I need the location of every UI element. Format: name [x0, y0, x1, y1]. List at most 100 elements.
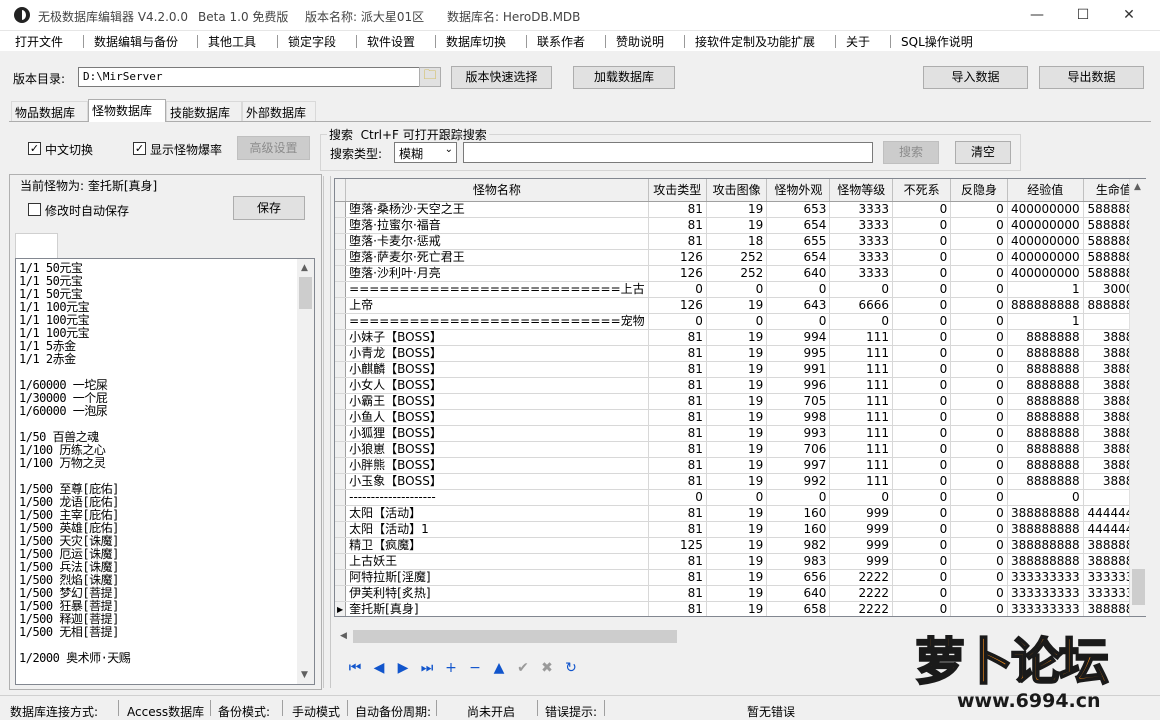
monster-grid[interactable]: 怪物名称 攻击类型 攻击图像 怪物外观 怪物等级 不死系 反隐身 经验值 生命值 堕落·桑杨沙·… [334, 178, 1146, 617]
table-row[interactable]: 阿特拉斯[淫魔] 81 19 656 2222 0 0 333333333 3333333 [335, 569, 1145, 586]
table-cell[interactable]: 0 [706, 281, 768, 298]
table-cell[interactable]: 19 [706, 329, 768, 346]
table-cell[interactable]: 111 [829, 473, 894, 490]
table-cell[interactable]: 0 [950, 537, 1008, 554]
table-cell[interactable]: 精卫【疯魔】 [345, 537, 649, 554]
table-cell[interactable]: 伊芙利特[炙热] [345, 585, 649, 602]
delete-record-icon[interactable]: − [466, 659, 484, 677]
table-cell[interactable]: 小狐狸【BOSS】 [345, 425, 649, 442]
table-cell[interactable]: 998 [766, 409, 831, 426]
table-cell[interactable]: 0 [950, 601, 1008, 616]
table-cell[interactable]: 8888888 [1007, 441, 1084, 458]
row-indicator[interactable] [335, 265, 347, 282]
export-button[interactable]: 导出数据 [1039, 66, 1144, 89]
table-cell[interactable]: 19 [706, 601, 768, 616]
table-cell[interactable]: 2222 [829, 601, 894, 616]
table-cell[interactable]: 19 [706, 457, 768, 474]
table-cell[interactable]: 0 [892, 409, 952, 426]
table-cell[interactable]: 0 [892, 537, 952, 554]
table-cell[interactable]: 81 [648, 457, 707, 474]
row-indicator[interactable] [335, 409, 347, 426]
table-cell[interactable]: 996 [766, 377, 831, 394]
table-cell[interactable]: 81 [648, 521, 707, 538]
table-cell[interactable]: 19 [706, 441, 768, 458]
table-cell[interactable]: 658 [766, 601, 831, 616]
table-cell[interactable]: 81 [648, 217, 707, 234]
table-cell[interactable]: 0 [892, 217, 952, 234]
load-db-button[interactable]: 加载数据库 [573, 66, 675, 89]
table-cell[interactable]: 19 [706, 217, 768, 234]
table-row[interactable]: 太阳【活动】 81 19 160 999 0 0 388888888 4444444 [335, 505, 1145, 522]
table-cell[interactable]: 160 [766, 521, 831, 538]
row-indicator[interactable] [335, 329, 347, 346]
table-cell[interactable]: 0 [892, 473, 952, 490]
grid-hscroll-thumb[interactable] [353, 630, 677, 643]
table-row[interactable]: 小霸王【BOSS】 81 19 705 111 0 0 8888888 38888 [335, 393, 1145, 410]
table-cell[interactable]: 0 [950, 393, 1008, 410]
table-cell[interactable]: 太阳【活动】 [345, 505, 649, 522]
table-cell[interactable]: 0 [648, 281, 707, 298]
table-cell[interactable]: 643 [766, 297, 831, 314]
table-cell[interactable]: 81 [648, 425, 707, 442]
table-cell[interactable]: 0 [950, 409, 1008, 426]
table-row[interactable]: 小玉象【BOSS】 81 19 992 111 0 0 8888888 38888 [335, 473, 1145, 490]
scroll-down-icon[interactable]: ▼ [301, 670, 308, 680]
table-cell[interactable]: 999 [829, 521, 894, 538]
table-cell[interactable]: 0 [892, 585, 952, 602]
table-cell[interactable]: 81 [648, 345, 707, 362]
table-cell[interactable]: 705 [766, 393, 831, 410]
menu-item-5[interactable]: 数据库切换 [446, 33, 506, 50]
table-cell[interactable]: 3333 [829, 233, 894, 250]
grid-vscrollbar[interactable]: ▲ [1129, 179, 1146, 616]
scroll-thumb[interactable] [299, 277, 312, 309]
tab-0[interactable]: 物品数据库 [11, 101, 88, 121]
table-cell[interactable]: 997 [766, 457, 831, 474]
table-cell[interactable]: 19 [706, 537, 768, 554]
maximize-button[interactable]: ☐ [1060, 0, 1106, 31]
table-cell[interactable]: 0 [892, 249, 952, 266]
table-cell[interactable]: 81 [648, 329, 707, 346]
column-header-3[interactable]: 怪物外观 [766, 179, 831, 202]
table-cell[interactable]: 0 [892, 201, 952, 218]
table-cell[interactable]: 388888888 [1007, 505, 1084, 522]
table-cell[interactable]: 堕落·沙利叶·月亮 [345, 265, 649, 282]
table-cell[interactable]: 992 [766, 473, 831, 490]
table-cell[interactable]: 995 [766, 345, 831, 362]
row-indicator[interactable] [335, 201, 347, 218]
table-cell[interactable]: 999 [829, 505, 894, 522]
table-cell[interactable]: 640 [766, 265, 831, 282]
table-cell[interactable]: 0 [892, 265, 952, 282]
table-cell[interactable]: 小玉象【BOSS】 [345, 473, 649, 490]
search-type-select[interactable]: 模糊 ⌄ [394, 142, 457, 163]
table-row[interactable]: 小胖熊【BOSS】 81 19 997 111 0 0 8888888 38888 [335, 457, 1145, 474]
table-cell[interactable]: 81 [648, 601, 707, 616]
table-cell[interactable]: 0 [950, 329, 1008, 346]
table-cell[interactable]: ===========================上古 [345, 281, 649, 298]
column-header-0[interactable]: 怪物名称 [345, 179, 649, 202]
table-cell[interactable]: 上帝 [345, 297, 649, 314]
table-row[interactable]: 上古妖王 81 19 983 999 0 0 388888888 3888888 [335, 553, 1145, 570]
table-cell[interactable]: 81 [648, 377, 707, 394]
table-cell[interactable]: 0 [892, 313, 952, 330]
table-cell[interactable]: 0 [766, 313, 831, 330]
table-cell[interactable]: 3333 [829, 217, 894, 234]
table-cell[interactable]: 19 [706, 297, 768, 314]
table-cell[interactable]: 126 [648, 249, 707, 266]
table-row[interactable]: 堕落·拉蜜尔·福音 81 19 654 3333 0 0 400000000 5888888 [335, 217, 1145, 234]
table-cell[interactable]: 111 [829, 441, 894, 458]
table-cell[interactable]: 999 [829, 537, 894, 554]
menu-item-7[interactable]: 赞助说明 [616, 33, 664, 50]
row-indicator[interactable] [335, 297, 347, 314]
table-cell[interactable]: 81 [648, 233, 707, 250]
row-indicator[interactable] [335, 233, 347, 250]
table-cell[interactable]: 111 [829, 393, 894, 410]
table-cell[interactable]: 999 [829, 553, 894, 570]
table-cell[interactable]: 0 [892, 377, 952, 394]
table-cell[interactable]: 81 [648, 585, 707, 602]
table-cell[interactable]: 0 [950, 345, 1008, 362]
last-record-icon[interactable]: ⏭ [418, 659, 436, 677]
scroll-up-icon[interactable]: ▲ [301, 263, 308, 273]
scroll-left-icon[interactable]: ◀ [340, 631, 347, 641]
table-cell[interactable]: 654 [766, 249, 831, 266]
table-cell[interactable]: 160 [766, 505, 831, 522]
